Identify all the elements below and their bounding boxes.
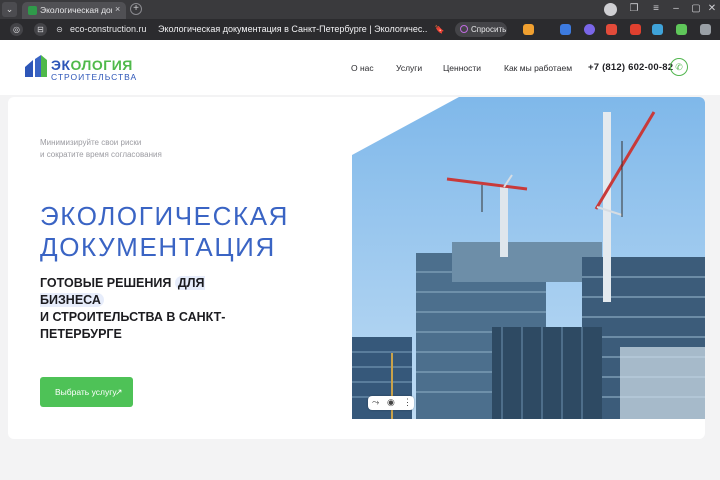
- url-text[interactable]: eco-construction.ru: [70, 24, 147, 34]
- address-bar: ◎ ⊟ ⊝ eco-construction.ru Экологическая …: [0, 19, 720, 40]
- extension-icon[interactable]: [676, 24, 687, 35]
- extension-icon[interactable]: [584, 24, 595, 35]
- menu-icon[interactable]: ≡: [650, 3, 662, 15]
- extension-icon[interactable]: [652, 24, 663, 35]
- nav-values[interactable]: Ценности: [443, 63, 481, 73]
- nav-services[interactable]: Услуги: [396, 63, 422, 73]
- page-title-text[interactable]: Экологическая документация в Санкт-Петер…: [158, 24, 428, 34]
- hero-lead: ГОТОВЫЕ РЕШЕНИЯ ДЛЯ БИЗНЕСА И СТРОИТЕЛЬС…: [40, 275, 250, 343]
- browser-tabbar: ⌄ Экологическая докум × + ❐ ≡ – ▢ ✕: [0, 0, 720, 19]
- construction-photo: [352, 97, 705, 419]
- logo-subtitle: СТРОИТЕЛЬСТВА: [51, 72, 138, 82]
- lock-icon: ⊝: [56, 25, 63, 34]
- extension-icon[interactable]: [700, 24, 711, 35]
- reader-icon[interactable]: ⊟: [34, 23, 47, 36]
- extension-icon[interactable]: [523, 24, 534, 35]
- close-icon[interactable]: ×: [115, 4, 120, 14]
- site-header: ЭКОЛОГИЯ СТРОИТЕЛЬСТВА О нас Услуги Ценн…: [0, 40, 720, 95]
- nav-about[interactable]: О нас: [351, 63, 374, 73]
- extension-icon[interactable]: [560, 24, 571, 35]
- tab-title: Экологическая докум: [40, 5, 112, 15]
- hero-title-line: ДОКУМЕНТАЦИЯ: [40, 232, 276, 262]
- phone-number[interactable]: +7 (812) 602-00-82: [588, 62, 673, 73]
- extension-icon[interactable]: [630, 24, 641, 35]
- translate-icon[interactable]: ⤳: [372, 397, 379, 408]
- ask-label: Спросить: [471, 25, 507, 34]
- hero-section: Минимизируйте свои риски и сократите вре…: [8, 97, 705, 439]
- close-window-icon[interactable]: ✕: [706, 3, 718, 15]
- logo-word-b: ОЛОГИЯ: [70, 57, 133, 73]
- shield-icon[interactable]: ◎: [10, 23, 23, 36]
- choose-service-button[interactable]: Выбрать услугу ↗: [40, 377, 133, 407]
- ask-button[interactable]: Спросить: [455, 22, 507, 37]
- more-icon[interactable]: ⋮: [403, 397, 412, 408]
- lead-text: ГОТОВЫЕ РЕШЕНИЯ: [40, 276, 172, 290]
- browser-tab[interactable]: Экологическая докум ×: [22, 2, 126, 19]
- maximize-icon[interactable]: ▢: [690, 3, 702, 15]
- hero-subtitle-line: и сократите время согласования: [40, 150, 162, 159]
- plus-icon[interactable]: +: [130, 3, 142, 15]
- lead-text: И СТРОИТЕЛЬСТВА В САНКТ-: [40, 310, 226, 324]
- logo-wordmark[interactable]: ЭКОЛОГИЯ: [51, 57, 133, 73]
- camera-icon[interactable]: ◉: [387, 397, 395, 408]
- image-toolbar: ⤳ ◉ ⋮: [368, 396, 414, 410]
- logo-word-a: ЭК: [51, 57, 71, 73]
- logo-icon[interactable]: [24, 55, 48, 79]
- extension-icon[interactable]: [606, 24, 617, 35]
- hero-subtitle-line: Минимизируйте свои риски: [40, 138, 142, 147]
- tab-list-icon[interactable]: ⌄: [2, 2, 17, 17]
- bookmark-icon[interactable]: 🔖: [433, 23, 446, 36]
- nav-how-we-work[interactable]: Как мы работаем: [504, 63, 572, 73]
- cta-label: Выбрать услугу: [55, 387, 117, 397]
- collections-icon[interactable]: ❐: [628, 3, 640, 15]
- profile-avatar[interactable]: [604, 3, 617, 16]
- arrow-icon: ↗: [115, 387, 123, 397]
- favicon: [28, 6, 37, 15]
- hero-subtitle: Минимизируйте свои риски и сократите вре…: [40, 137, 240, 161]
- minimize-icon[interactable]: –: [670, 3, 682, 15]
- hero-title-line: ЭКОЛОГИЧЕСКАЯ: [40, 201, 290, 231]
- lead-text: ПЕТЕРБУРГЕ: [40, 327, 122, 341]
- phone-icon[interactable]: ✆: [670, 58, 688, 76]
- ask-icon: [460, 25, 468, 33]
- hero-title: ЭКОЛОГИЧЕСКАЯ ДОКУМЕНТАЦИЯ: [40, 201, 289, 263]
